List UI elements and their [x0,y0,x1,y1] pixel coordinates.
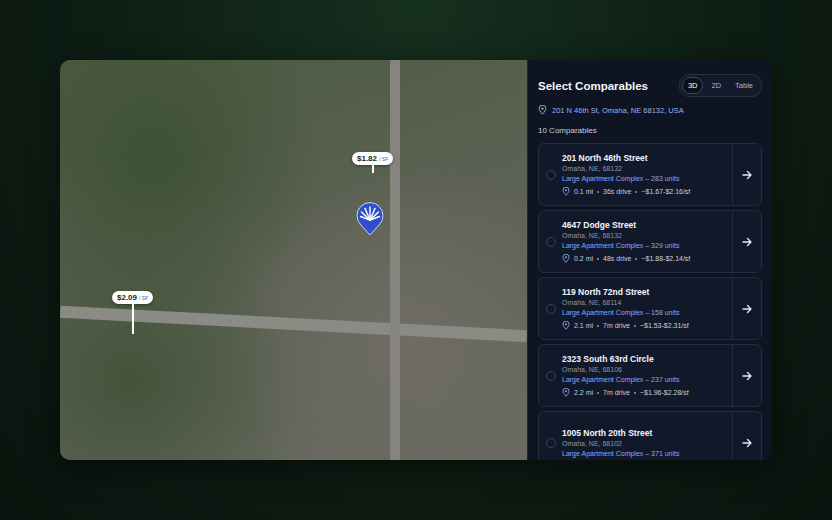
comparable-city: Omaha, NE, 68132 [562,232,690,239]
location-icon [562,321,570,330]
price-pin[interactable]: $1.82/ SF [352,152,393,173]
separator-dot [597,258,599,260]
comparable-card[interactable]: 1005 North 20th Street Omaha, NE, 68102 La… [538,411,762,460]
comparable-city: Omaha, NE, 68132 [562,165,690,172]
price-label: $2.09/ SF [112,291,153,304]
arrow-right-icon [742,170,752,180]
comparable-info: 1005 North 20th Street Omaha, NE, 68102 La… [539,412,732,460]
comparable-info: 2323 South 63rd Circle Omaha, NE, 68106 La… [539,345,732,406]
comparable-card[interactable]: 4647 Dodge Street Omaha, NE, 68132 Large A… [538,210,762,273]
open-button[interactable] [732,278,761,339]
separator-dot [634,392,636,394]
page: $1.82/ SF $2.09/ SF Select Comparables 3D2D… [0,0,832,520]
drive-time: 7m drive [603,389,630,396]
comparable-info: 4647 Dodge Street Omaha, NE, 68132 Large A… [539,211,732,272]
separator-dot [597,191,599,193]
comparable-text: 119 North 72nd Street Omaha, NE, 68114 Lar… [562,287,689,330]
arrow-right-icon [742,237,752,247]
panel-header: Select Comparables 3D2DTable [538,74,762,97]
separator-dot [635,191,637,193]
comparable-type: Large Apartment Complex – 158 units [562,309,689,316]
rent-range: ~$1.67-$2.16/sf [641,188,690,195]
location-icon [562,187,570,196]
select-radio[interactable] [546,438,556,448]
arrow-right-icon [742,304,752,314]
pin-stem [372,165,374,173]
separator-dot [597,325,599,327]
comparable-info: 119 North 72nd Street Omaha, NE, 68114 Lar… [539,278,732,339]
view-option[interactable]: 2D [705,77,727,94]
comparable-city: Omaha, NE, 68106 [562,366,689,373]
comparable-info: 201 North 46th Street Omaha, NE, 68132 Lar… [539,144,732,205]
comparable-name: 119 North 72nd Street [562,287,689,297]
pin-stem [132,304,134,334]
comparable-text: 201 North 46th Street Omaha, NE, 68132 Lar… [562,153,690,196]
distance: 0.1 mi [574,188,593,195]
comparable-meta: 0.2 mi 48s drive ~$1.88-$2.14/sf [562,254,690,263]
distance: 0.2 mi [574,255,593,262]
location-icon [538,105,547,115]
panel-title: Select Comparables [538,80,648,92]
comparable-name: 201 North 46th Street [562,153,690,163]
comparables-card: $1.82/ SF $2.09/ SF Select Comparables 3D2D… [60,60,772,460]
comparable-type: Large Apartment Complex – 237 units [562,376,689,383]
map-road [60,306,527,342]
comparables-panel: Select Comparables 3D2DTable 201 N 46th St… [527,60,772,460]
comparables-list: 201 North 46th Street Omaha, NE, 68132 Lar… [538,143,762,460]
select-radio[interactable] [546,170,556,180]
separator-dot [635,258,637,260]
rent-range: ~$1.96-$2.28/sf [640,389,689,396]
view-switch: 3D2DTable [679,74,762,97]
comparable-type: Large Apartment Complex – 371 units [562,450,680,457]
price-label: $1.82/ SF [352,152,393,165]
drive-time: 7m drive [603,322,630,329]
map-road [390,60,400,460]
comparable-text: 4647 Dodge Street Omaha, NE, 68132 Large A… [562,220,690,263]
distance: 2.2 mi [574,389,593,396]
separator-dot [597,392,599,394]
select-radio[interactable] [546,304,556,314]
price-pin[interactable]: $2.09/ SF [112,291,153,334]
subject-address: 201 N 46th St, Omaha, NE 68132, USA [538,105,762,115]
comparable-card[interactable]: 2323 South 63rd Circle Omaha, NE, 68106 La… [538,344,762,407]
view-option[interactable]: Table [729,77,759,94]
rent-range: ~$1.53-$2.31/sf [640,322,689,329]
comparable-card[interactable]: 119 North 72nd Street Omaha, NE, 68114 Lar… [538,277,762,340]
location-icon [562,388,570,397]
arrow-right-icon [742,371,752,381]
drive-time: 36s drive [603,188,631,195]
comparable-type: Large Apartment Complex – 283 units [562,175,690,182]
arrow-right-icon [742,438,752,448]
comparable-name: 4647 Dodge Street [562,220,690,230]
view-option[interactable]: 3D [682,77,704,94]
comparable-meta: 2.2 mi 7m drive ~$1.96-$2.28/sf [562,388,689,397]
subject-marker-icon[interactable] [355,200,385,236]
location-icon [562,254,570,263]
map-view[interactable]: $1.82/ SF $2.09/ SF [60,60,527,460]
comparable-text: 1005 North 20th Street Omaha, NE, 68102 La… [562,428,680,457]
comparables-count: 10 Comparables [538,126,762,135]
rent-range: ~$1.88-$2.14/sf [641,255,690,262]
select-radio[interactable] [546,371,556,381]
comparable-text: 2323 South 63rd Circle Omaha, NE, 68106 La… [562,354,689,397]
comparable-meta: 2.1 mi 7m drive ~$1.53-$2.31/sf [562,321,689,330]
comparable-meta: 0.1 mi 36s drive ~$1.67-$2.16/sf [562,187,690,196]
open-button[interactable] [732,211,761,272]
comparable-type: Large Apartment Complex – 329 units [562,242,690,249]
separator-dot [634,325,636,327]
comparable-city: Omaha, NE, 68114 [562,299,689,306]
comparable-card[interactable]: 201 North 46th Street Omaha, NE, 68132 Lar… [538,143,762,206]
drive-time: 48s drive [603,255,631,262]
open-button[interactable] [732,412,761,460]
select-radio[interactable] [546,237,556,247]
open-button[interactable] [732,345,761,406]
comparable-name: 2323 South 63rd Circle [562,354,689,364]
distance: 2.1 mi [574,322,593,329]
comparable-name: 1005 North 20th Street [562,428,680,438]
open-button[interactable] [732,144,761,205]
comparable-city: Omaha, NE, 68102 [562,440,680,447]
